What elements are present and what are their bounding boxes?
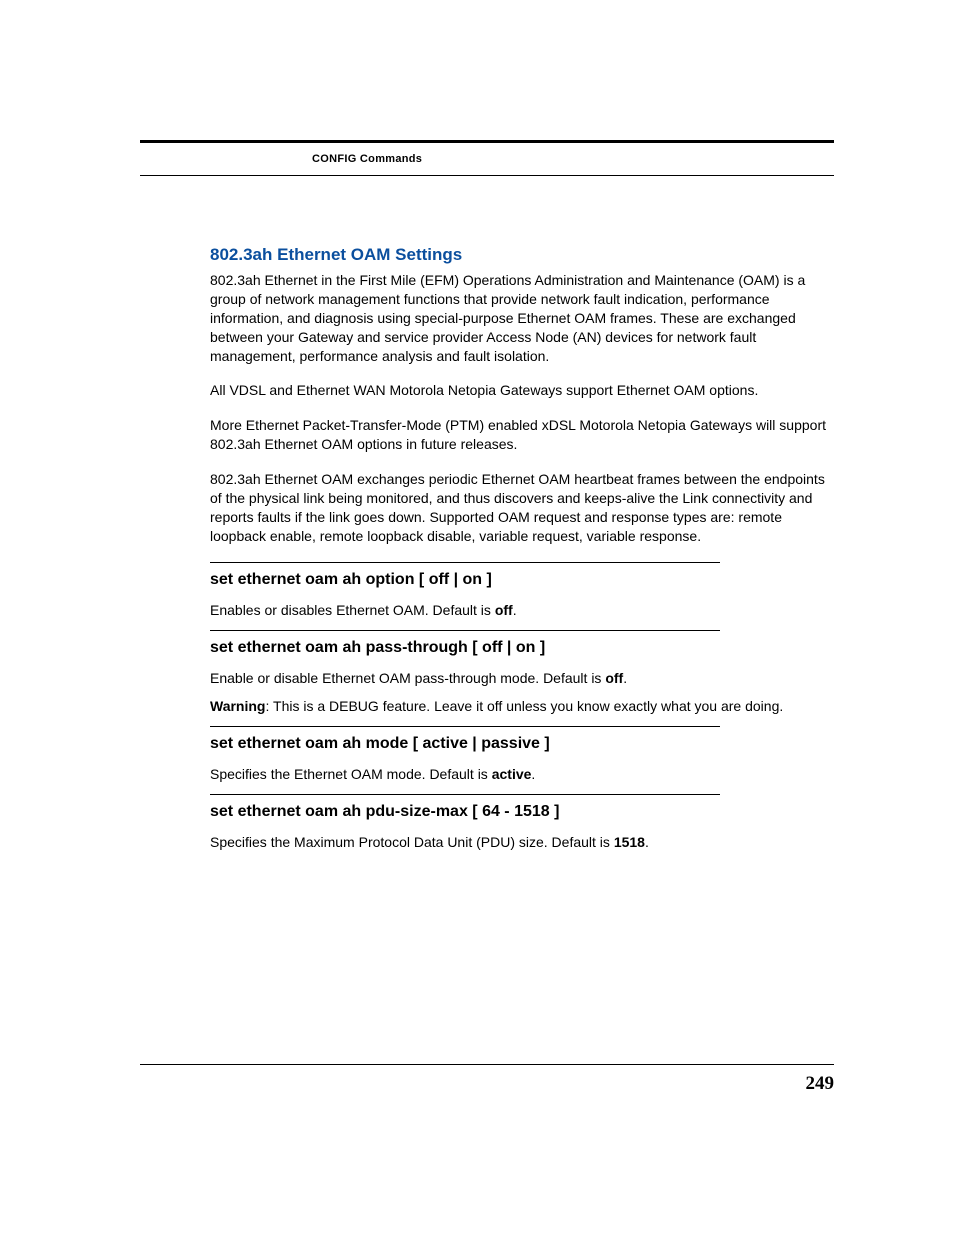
section-title: 802.3ah Ethernet OAM Settings [210,245,834,265]
divider [210,726,720,727]
divider [210,562,720,563]
warning-label: Warning [210,698,265,714]
warning-text: : This is a DEBUG feature. Leave it off … [265,698,783,714]
command-description: Enables or disables Ethernet OAM. Defaul… [210,601,834,620]
default-value: off [495,602,513,618]
desc-text: . [531,766,535,782]
default-value: 1518 [614,834,645,850]
command-description: Specifies the Maximum Protocol Data Unit… [210,833,834,852]
desc-text: Enable or disable Ethernet OAM pass-thro… [210,670,605,686]
intro-paragraph: More Ethernet Packet-Transfer-Mode (PTM)… [210,416,834,454]
command-description: Specifies the Ethernet OAM mode. Default… [210,765,834,784]
default-value: active [492,766,532,782]
divider [210,794,720,795]
content-area: 802.3ah Ethernet OAM Settings 802.3ah Et… [210,245,834,862]
desc-text: Enables or disables Ethernet OAM. Defaul… [210,602,495,618]
desc-text: Specifies the Maximum Protocol Data Unit… [210,834,614,850]
command-title: set ethernet oam ah option [ off | on ] [210,571,834,589]
header-rule-bottom [140,175,834,176]
intro-paragraph: 802.3ah Ethernet OAM exchanges periodic … [210,470,834,546]
page-header: CONFIG Commands [140,140,834,176]
header-label: CONFIG Commands [312,153,834,165]
header-rule-top [140,140,834,143]
intro-paragraph: All VDSL and Ethernet WAN Motorola Netop… [210,381,834,400]
desc-text: Specifies the Ethernet OAM mode. Default… [210,766,492,782]
command-description: Enable or disable Ethernet OAM pass-thro… [210,669,834,688]
warning-note: Warning: This is a DEBUG feature. Leave … [210,697,834,716]
page-number: 249 [806,1073,835,1095]
desc-text: . [645,834,649,850]
command-title: set ethernet oam ah mode [ active | pass… [210,735,834,753]
desc-text: . [623,670,627,686]
footer-rule [140,1064,834,1065]
command-title: set ethernet oam ah pdu-size-max [ 64 - … [210,803,834,821]
page: CONFIG Commands 802.3ah Ethernet OAM Set… [0,0,954,1235]
desc-text: . [513,602,517,618]
divider [210,630,720,631]
intro-paragraph: 802.3ah Ethernet in the First Mile (EFM)… [210,271,834,365]
default-value: off [605,670,623,686]
command-title: set ethernet oam ah pass-through [ off |… [210,639,834,657]
